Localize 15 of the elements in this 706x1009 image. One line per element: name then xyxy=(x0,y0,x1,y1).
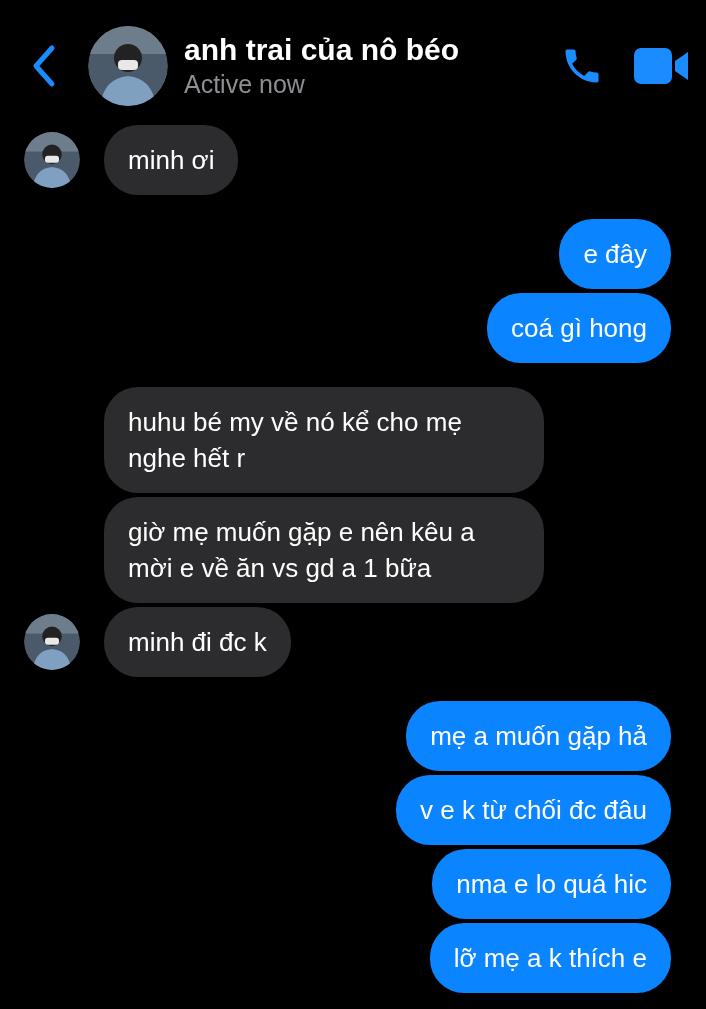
message-bubble: mẹ a muốn gặp hả xyxy=(406,701,671,771)
avatar xyxy=(24,132,80,188)
contact-name: anh trai của nô béo xyxy=(184,32,461,68)
message-bubble: lỡ mẹ a k thích e xyxy=(429,923,671,993)
avatar xyxy=(24,614,80,670)
message-bubble: minh đi đc k xyxy=(104,607,291,677)
message-bubble: nma e lo quá hic xyxy=(432,849,671,919)
message-bubble: giờ mẹ muốn gặp e nên kêu a mời e về ăn vs gd a 1 bữa xyxy=(104,497,544,603)
message-bubble: v e k từ chối đc đâu xyxy=(396,775,671,845)
message-bubble: coá gì hong xyxy=(487,293,671,363)
message-bubble: e đây xyxy=(559,219,671,289)
message-bubble: huhu bé my về nó kể cho mẹ nghe hết r xyxy=(104,387,544,493)
video-camera-icon[interactable] xyxy=(634,48,688,84)
active-status: Active now xyxy=(184,69,306,100)
message-bubble: minh ơi xyxy=(104,125,239,195)
